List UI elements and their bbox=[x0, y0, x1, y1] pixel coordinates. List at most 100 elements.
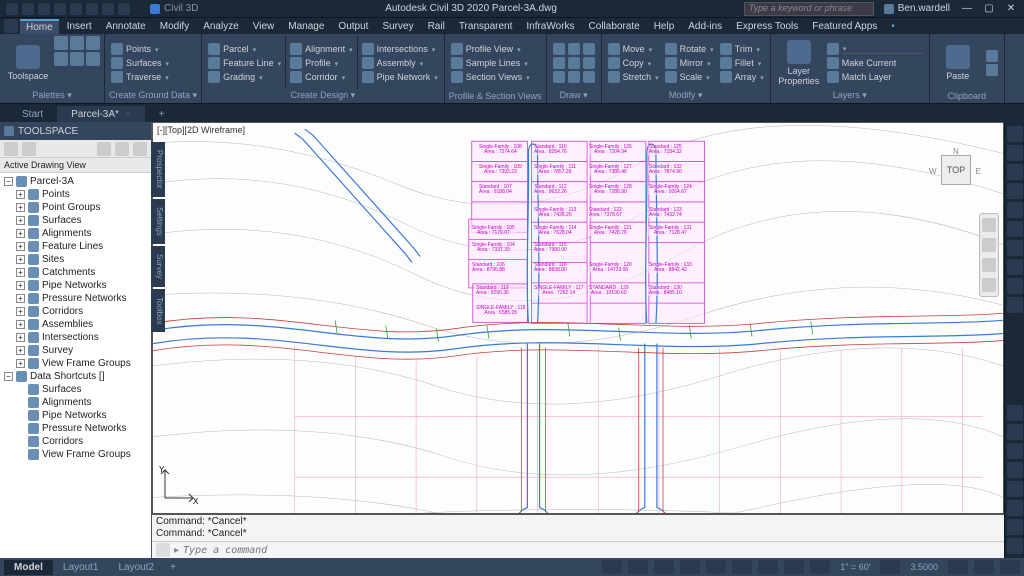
ribbon-tab-analyze[interactable]: Analyze bbox=[197, 20, 245, 33]
layer-properties-button[interactable]: Layer Properties bbox=[775, 36, 823, 89]
corridor-button[interactable]: Corridor bbox=[288, 71, 355, 83]
menu-icon[interactable] bbox=[4, 19, 18, 33]
nav-zoom-icon[interactable] bbox=[982, 258, 996, 272]
trim-button[interactable]: Trim bbox=[718, 43, 766, 55]
qat-undo-icon[interactable] bbox=[102, 3, 114, 15]
doc-tab-start[interactable]: Start bbox=[8, 106, 57, 122]
qat-open-icon[interactable] bbox=[38, 3, 50, 15]
ts-help-icon[interactable] bbox=[97, 142, 111, 156]
status-iso-icon[interactable] bbox=[948, 560, 968, 574]
command-prompt-icon[interactable] bbox=[156, 543, 170, 557]
qat-new-icon[interactable] bbox=[22, 3, 34, 15]
palette-icon[interactable] bbox=[86, 36, 100, 50]
copy-button[interactable] bbox=[984, 64, 1000, 76]
ts-tool-icon[interactable] bbox=[115, 142, 129, 156]
palette-icon[interactable] bbox=[70, 52, 84, 66]
tree-item-pipe-networks[interactable]: Pipe Networks bbox=[0, 409, 151, 422]
rt-icon[interactable] bbox=[1007, 297, 1023, 313]
layer-dropdown[interactable] bbox=[825, 43, 925, 55]
workspace-label[interactable]: Civil 3D bbox=[150, 3, 198, 14]
scale-button[interactable]: Scale bbox=[663, 71, 716, 83]
qat-plot-icon[interactable] bbox=[86, 3, 98, 15]
rt-icon[interactable] bbox=[1007, 500, 1023, 516]
rt-icon[interactable] bbox=[1007, 221, 1023, 237]
rt-icon[interactable] bbox=[1007, 164, 1023, 180]
status-custom-icon[interactable] bbox=[1000, 560, 1020, 574]
ribbon-tab-survey[interactable]: Survey bbox=[376, 20, 419, 33]
rotate-button[interactable]: Rotate bbox=[663, 43, 716, 55]
rt-icon[interactable] bbox=[1007, 538, 1023, 554]
ribbon-tab-annotate[interactable]: Annotate bbox=[100, 20, 152, 33]
tree-item-surfaces[interactable]: +Surfaces bbox=[0, 214, 151, 227]
move-button[interactable]: Move bbox=[606, 43, 661, 55]
group-title-layers[interactable]: Layers ▾ bbox=[775, 89, 925, 101]
group-title-ground[interactable]: Create Ground Data ▾ bbox=[109, 89, 197, 101]
toolspace-tab-toolbox[interactable]: Toolbox bbox=[151, 289, 165, 333]
close-button[interactable]: ✕ bbox=[1004, 3, 1018, 14]
assembly-button[interactable]: Assembly bbox=[360, 57, 440, 69]
rt-icon[interactable] bbox=[1007, 278, 1023, 294]
tree-item-pipe-networks[interactable]: +Pipe Networks bbox=[0, 279, 151, 292]
rt-icon[interactable] bbox=[1007, 443, 1023, 459]
toolspace-view-banner[interactable]: Active Drawing View bbox=[0, 158, 151, 173]
tree-item-catchments[interactable]: +Catchments bbox=[0, 266, 151, 279]
tree-item-corridors[interactable]: Corridors bbox=[0, 435, 151, 448]
stretch-button[interactable]: Stretch bbox=[606, 71, 661, 83]
rt-icon[interactable] bbox=[1007, 462, 1023, 478]
ribbon-tab-rail[interactable]: Rail bbox=[422, 20, 451, 33]
ribbon-tab-output[interactable]: Output bbox=[332, 20, 374, 33]
surfaces-button[interactable]: Surfaces bbox=[109, 57, 171, 69]
draw-hatch-button[interactable] bbox=[551, 71, 597, 83]
rt-icon[interactable] bbox=[1007, 424, 1023, 440]
qat-app-icon[interactable] bbox=[6, 3, 18, 15]
status-3dosnap-icon[interactable] bbox=[758, 560, 778, 574]
toolspace-tab-survey[interactable]: Survey bbox=[151, 246, 165, 287]
draw-line-button[interactable] bbox=[551, 43, 597, 55]
ribbon-tab-insert[interactable]: Insert bbox=[61, 20, 98, 33]
ribbon-overflow-icon[interactable]: • bbox=[885, 20, 901, 33]
palette-icon[interactable] bbox=[70, 36, 84, 50]
status-lw-icon[interactable] bbox=[810, 560, 830, 574]
command-input[interactable] bbox=[183, 545, 1000, 556]
qat-redo-icon[interactable] bbox=[118, 3, 130, 15]
ribbon-tab-infraworks[interactable]: InfraWorks bbox=[520, 20, 580, 33]
tree-item-surfaces[interactable]: Surfaces bbox=[0, 383, 151, 396]
ribbon-tab-view[interactable]: View bbox=[247, 20, 281, 33]
copy-button[interactable]: Copy bbox=[606, 57, 661, 69]
mirror-button[interactable]: Mirror bbox=[663, 57, 716, 69]
alignment-button[interactable]: Alignment bbox=[288, 43, 355, 55]
layout-tab-add[interactable]: + bbox=[164, 560, 182, 575]
qat-saveas-icon[interactable] bbox=[70, 3, 82, 15]
ribbon-tab-add-ins[interactable]: Add-ins bbox=[682, 20, 728, 33]
status-clean-icon[interactable] bbox=[974, 560, 994, 574]
tree-item-intersections[interactable]: +Intersections bbox=[0, 331, 151, 344]
intersections-button[interactable]: Intersections bbox=[360, 43, 440, 55]
status-polar-icon[interactable] bbox=[706, 560, 726, 574]
cut-button[interactable] bbox=[984, 50, 1000, 62]
parcel-button[interactable]: Parcel bbox=[206, 43, 283, 55]
grading-button[interactable]: Grading bbox=[206, 71, 283, 83]
toolspace-tab-settings[interactable]: Settings bbox=[151, 199, 165, 244]
tree-item-parcel-3a[interactable]: −Parcel-3A bbox=[0, 175, 151, 188]
tree-item-view-frame-groups[interactable]: View Frame Groups bbox=[0, 448, 151, 461]
rt-icon[interactable] bbox=[1007, 405, 1023, 421]
status-ortho-icon[interactable] bbox=[680, 560, 700, 574]
rt-icon[interactable] bbox=[1007, 145, 1023, 161]
maximize-button[interactable]: ▢ bbox=[982, 3, 996, 14]
doc-tab-active[interactable]: Parcel-3A*× bbox=[57, 106, 145, 122]
points-button[interactable]: Points bbox=[109, 43, 171, 55]
rt-icon[interactable] bbox=[1007, 240, 1023, 256]
palette-icon[interactable] bbox=[54, 36, 68, 50]
ts-tool-icon[interactable] bbox=[22, 142, 36, 156]
minimize-button[interactable]: — bbox=[960, 3, 974, 14]
profile-button[interactable]: Profile bbox=[288, 57, 355, 69]
draw-arc-button[interactable] bbox=[551, 57, 597, 69]
ribbon-tab-modify[interactable]: Modify bbox=[154, 20, 195, 33]
fillet-button[interactable]: Fillet bbox=[718, 57, 766, 69]
tree-item-points[interactable]: +Points bbox=[0, 188, 151, 201]
ribbon-tab-help[interactable]: Help bbox=[648, 20, 681, 33]
ribbon-tab-featured-apps[interactable]: Featured Apps bbox=[806, 20, 883, 33]
array-button[interactable]: Array bbox=[718, 71, 766, 83]
group-title-palettes[interactable]: Palettes ▾ bbox=[4, 89, 100, 101]
help-search-input[interactable]: Type a keyword or phrase bbox=[744, 2, 874, 16]
